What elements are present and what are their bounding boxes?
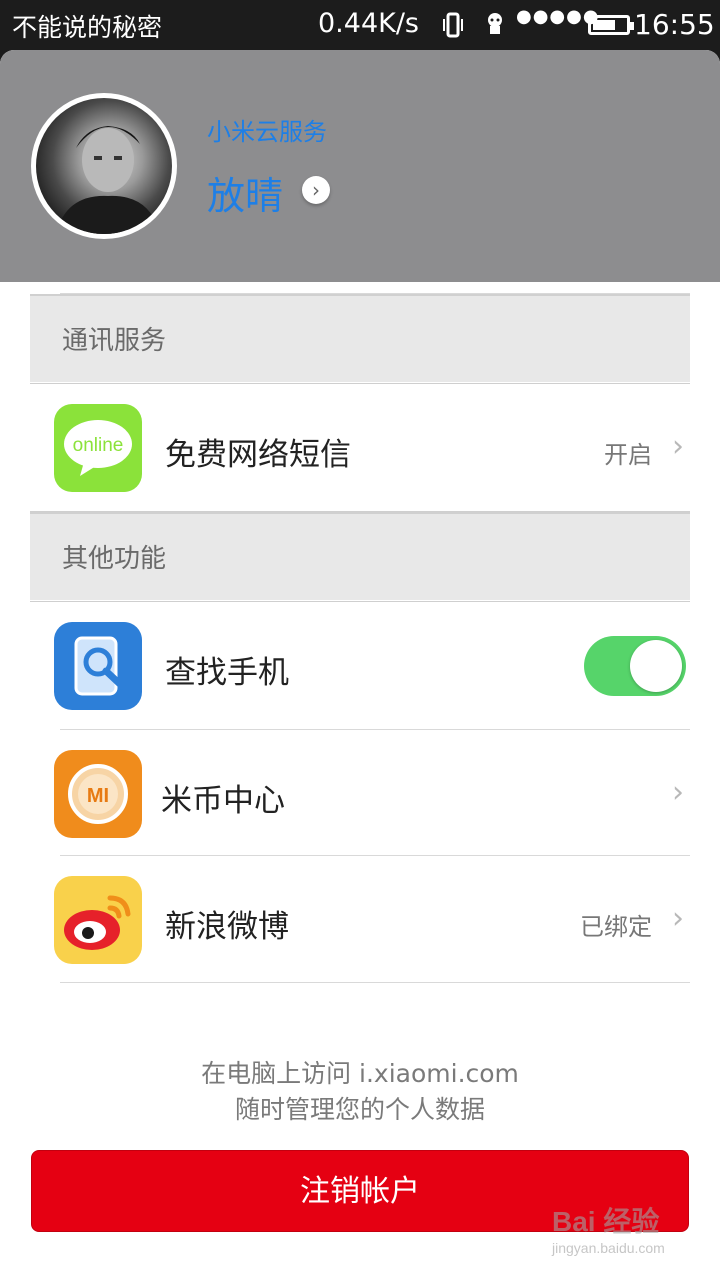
row-label: 免费网络短信 <box>165 437 351 473</box>
footer-line-2: 随时管理您的个人数据 <box>234 1095 485 1124</box>
watermark-logo: Bai 经验 <box>552 1206 660 1237</box>
chevron-right-icon: › <box>672 775 684 810</box>
footer-line-1: 在电脑上访问 i.xiaomi.com <box>201 1059 519 1088</box>
online-sms-icon: online <box>54 404 142 492</box>
row-label: 新浪微博 <box>165 909 289 945</box>
chevron-right-icon: › <box>672 429 684 464</box>
mi-coin-icon: MI <box>54 750 142 838</box>
network-speed: 0.44K/s <box>318 8 419 39</box>
section-header-other: 其他功能 <box>30 512 690 600</box>
find-phone-icon <box>54 622 142 710</box>
row-label: 米币中心 <box>161 783 285 819</box>
clock: 16:55 <box>634 8 715 41</box>
find-phone-toggle[interactable] <box>584 636 686 696</box>
chevron-right-icon[interactable]: › <box>302 176 330 204</box>
signal-strength-icon: ●●●●● <box>516 6 600 27</box>
carrier-name: 不能说的秘密 <box>12 13 163 42</box>
row-label: 查找手机 <box>165 655 289 691</box>
status-text: 开启 <box>604 441 652 469</box>
icon-text: MI <box>87 785 109 807</box>
account-sheet: 小米云服务 放晴 › 通讯服务 online 免费网络短信 开启 › 其他功能 <box>0 50 720 1280</box>
user-name[interactable]: 放晴 <box>207 165 283 220</box>
avatar-photo <box>36 98 172 234</box>
section-header-comm: 通讯服务 <box>30 294 690 382</box>
account-header[interactable]: 小米云服务 放晴 › <box>0 50 720 282</box>
row-find-phone[interactable]: 查找手机 <box>30 602 690 728</box>
row-mi-coin[interactable]: MI 米币中心 › <box>30 730 690 856</box>
avatar[interactable] <box>31 93 177 239</box>
status-bar: 不能说的秘密 0.44K/s ●●●●● 16:55 <box>0 0 720 50</box>
section-title: 其他功能 <box>62 544 167 574</box>
vibrate-icon <box>443 12 463 38</box>
status-text: 已绑定 <box>580 913 652 941</box>
section-title: 通讯服务 <box>62 326 167 356</box>
cloud-service-label: 小米云服务 <box>207 118 327 146</box>
avatar-portrait-icon <box>56 126 160 234</box>
row-weibo[interactable]: 新浪微博 已绑定 › <box>30 856 690 982</box>
chevron-right-icon: › <box>672 901 684 936</box>
toggle-knob <box>630 640 682 692</box>
usb-debug-icon <box>488 13 502 34</box>
row-free-sms[interactable]: online 免费网络短信 开启 › <box>30 384 690 510</box>
watermark-url: jingyan.baidu.com <box>552 1240 665 1256</box>
baidu-watermark: Bai 经验 jingyan.baidu.com <box>552 1200 665 1256</box>
divider <box>60 982 690 983</box>
battery-icon <box>588 15 634 35</box>
weibo-icon <box>54 876 142 964</box>
icon-text: online <box>73 435 124 456</box>
